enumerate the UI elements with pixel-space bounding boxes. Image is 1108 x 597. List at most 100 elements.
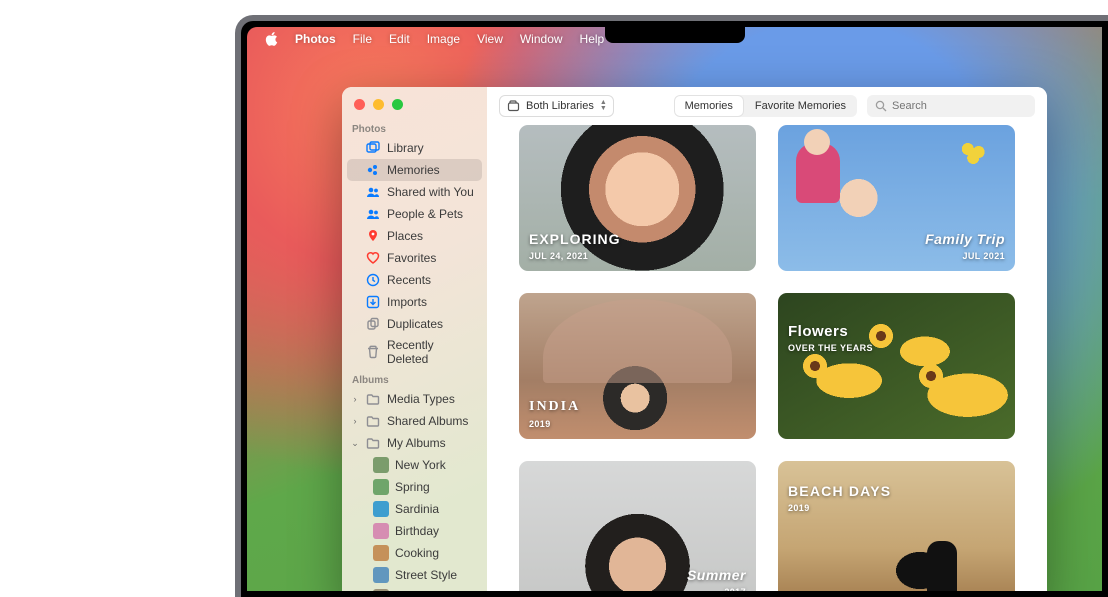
toolbar: Both Libraries ▲▼ Memories Favorite Memo…	[487, 87, 1047, 125]
search-input[interactable]	[892, 100, 1022, 112]
menubar-item[interactable]: File	[353, 32, 372, 46]
memory-card[interactable]: Family Trip JUL 2021	[778, 125, 1015, 271]
sidebar-item-memories[interactable]: Memories	[347, 159, 482, 181]
sidebar-item-birthday[interactable]: Birthday	[347, 520, 482, 542]
sidebar-item-recents[interactable]: Recents	[347, 269, 482, 291]
sidebar-item-label: Places	[387, 229, 423, 243]
app-window: Photos Library Memories Shared with You Peop…	[342, 87, 1047, 591]
sidebar-item-sardinia[interactable]: Sardinia	[347, 498, 482, 520]
trash-icon	[365, 344, 381, 360]
memory-title: Family Trip	[925, 231, 1005, 247]
sidebar-item-spring[interactable]: Spring	[347, 476, 482, 498]
sidebar-item-label: Street Style	[395, 568, 457, 582]
sidebar-item-shared-albums[interactable]: › Shared Albums	[347, 410, 482, 432]
album-thumbnail	[373, 479, 389, 495]
memory-subtitle: 2019	[529, 419, 551, 429]
memory-title: EXPLORING	[529, 231, 620, 247]
pin-icon	[365, 228, 381, 244]
view-segmented-control: Memories Favorite Memories	[674, 95, 857, 117]
memory-subtitle: OVER THE YEARS	[788, 343, 873, 353]
memory-card[interactable]: INDIA 2019	[519, 293, 756, 439]
album-thumbnail	[373, 545, 389, 561]
sidebar-group-label: Albums	[342, 369, 487, 388]
sidebar-item-label: Birthday	[395, 524, 439, 538]
sidebar-item-new-york[interactable]: New York	[347, 454, 482, 476]
sidebar-item-label: My Albums	[387, 436, 446, 450]
sidebar-item-label: Imports	[387, 295, 427, 309]
sidebar-item-label: Recently Deleted	[387, 338, 478, 366]
sidebar-item-my-albums[interactable]: ⌄ My Albums	[347, 432, 482, 454]
memory-card[interactable]: EXPLORINGJUL 24, 2021	[519, 125, 756, 271]
sidebar-item-library[interactable]: Library	[347, 137, 482, 159]
disclosure-chevron-icon[interactable]: ›	[351, 394, 359, 404]
segment-favorite-memories[interactable]: Favorite Memories	[744, 95, 857, 117]
sidebar-item-imports[interactable]: Imports	[347, 291, 482, 313]
menubar-item[interactable]: View	[477, 32, 503, 46]
album-thumbnail	[373, 589, 389, 591]
memory-subtitle: 2017	[724, 587, 746, 591]
memory-title: INDIA	[529, 399, 580, 415]
sidebar-item-cooking[interactable]: Cooking	[347, 542, 482, 564]
segment-memories[interactable]: Memories	[674, 95, 744, 117]
people-icon	[365, 206, 381, 222]
sidebar-item-label: Library	[387, 141, 424, 155]
memory-card[interactable]: BEACH DAYS 2019	[778, 461, 1015, 591]
people-icon	[365, 184, 381, 200]
menubar-item[interactable]: Image	[427, 32, 460, 46]
album-thumbnail	[373, 457, 389, 473]
sidebar-item-media-types[interactable]: › Media Types	[347, 388, 482, 410]
minimize-button[interactable]	[373, 99, 384, 110]
disclosure-chevron-icon[interactable]: ›	[351, 416, 359, 426]
memory-card[interactable]: Summer 2017	[519, 461, 756, 591]
sidebar-item-street-style[interactable]: Street Style	[347, 564, 482, 586]
sidebar-item-label: Architecture	[395, 590, 459, 591]
apple-menu-icon[interactable]	[265, 32, 278, 46]
main-pane: Both Libraries ▲▼ Memories Favorite Memo…	[487, 87, 1047, 591]
folder-icon	[365, 413, 381, 429]
sidebar-item-label: Spring	[395, 480, 430, 494]
library-selector-label: Both Libraries	[526, 100, 594, 112]
rects-icon	[365, 140, 381, 156]
sidebar-group-label: Photos	[342, 118, 487, 137]
menubar-item[interactable]: Edit	[389, 32, 410, 46]
memory-title: Flowers	[788, 323, 848, 340]
sidebar-item-label: Duplicates	[387, 317, 443, 331]
screen: Photos File Edit Image View Window Help …	[247, 27, 1102, 591]
folder-icon	[365, 391, 381, 407]
sidebar-item-shared-with-you[interactable]: Shared with You	[347, 181, 482, 203]
disclosure-chevron-icon[interactable]: ⌄	[351, 438, 359, 449]
heart-icon	[365, 250, 381, 266]
traffic-lights	[342, 87, 487, 118]
search-icon	[875, 100, 887, 112]
sidebar-item-label: Shared Albums	[387, 414, 468, 428]
laptop-bezel: Photos File Edit Image View Window Help …	[235, 15, 1108, 597]
dup-icon	[365, 316, 381, 332]
sidebar-item-duplicates[interactable]: Duplicates	[347, 313, 482, 335]
menubar-item[interactable]: Window	[520, 32, 563, 46]
notch	[605, 21, 745, 43]
search-field[interactable]	[867, 95, 1035, 117]
memory-subtitle: JUL 2021	[962, 251, 1005, 261]
menubar-item[interactable]: Help	[580, 32, 605, 46]
clock-icon	[365, 272, 381, 288]
memories-grid: EXPLORINGJUL 24, 2021 Family Trip JUL 2021…	[487, 125, 1047, 591]
menubar-app-name[interactable]: Photos	[295, 32, 336, 46]
memory-title: Summer	[687, 567, 746, 583]
memory-subtitle: 2019	[788, 503, 810, 513]
sidebar-item-architecture[interactable]: Architecture	[347, 586, 482, 591]
sidebar-item-recently-deleted[interactable]: Recently Deleted	[347, 335, 482, 369]
close-button[interactable]	[354, 99, 365, 110]
memory-card[interactable]: Flowers OVER THE YEARS	[778, 293, 1015, 439]
zoom-button[interactable]	[392, 99, 403, 110]
sidebar-item-label: Sardinia	[395, 502, 439, 516]
sidebar-item-label: New York	[395, 458, 446, 472]
sidebar-item-label: Shared with You	[387, 185, 474, 199]
sidebar-item-people-pets[interactable]: People & Pets	[347, 203, 482, 225]
sidebar-item-places[interactable]: Places	[347, 225, 482, 247]
sidebar-item-label: Media Types	[387, 392, 455, 406]
sidebar-item-label: People & Pets	[387, 207, 463, 221]
star3-icon	[365, 162, 381, 178]
memory-title: BEACH DAYS	[788, 483, 891, 499]
library-selector[interactable]: Both Libraries ▲▼	[499, 95, 614, 117]
sidebar-item-favorites[interactable]: Favorites	[347, 247, 482, 269]
